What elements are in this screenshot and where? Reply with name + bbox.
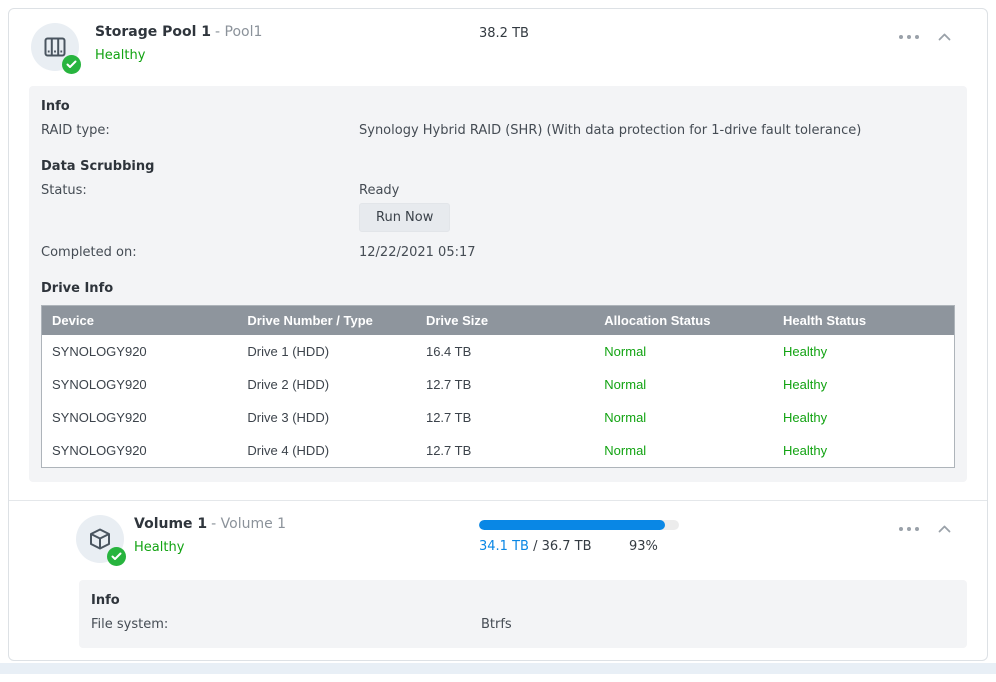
data-scrubbing-heading: Data Scrubbing: [41, 159, 155, 174]
drive-table-column-header[interactable]: Health Status: [773, 305, 955, 335]
volume-actions: [899, 523, 951, 535]
drive-table-cell: Healthy: [783, 377, 828, 392]
more-dots-icon[interactable]: [899, 32, 919, 42]
drive-table-cell: 12.7 TB: [425, 443, 472, 458]
file-system-row: File system: Btrfs: [91, 617, 955, 632]
drive-table-cell: SYNOLOGY920: [52, 443, 147, 458]
drive-table-cell: 12.7 TB: [425, 410, 472, 425]
storage-pool-actions: [899, 31, 951, 43]
volume-avatar: [76, 515, 126, 566]
storage-pool-header-text: Storage Pool 1- Pool1 Healthy: [95, 23, 262, 63]
completed-on-label: Completed on:: [41, 245, 137, 260]
volume-header-text: Volume 1- Volume 1 Healthy: [134, 515, 286, 555]
drive-table-cell: Drive 1 (HDD): [247, 344, 330, 359]
drive-table-cell: Normal: [604, 443, 647, 458]
volume-subtitle: - Volume 1: [211, 516, 287, 532]
scrub-status-value: Ready: [359, 183, 400, 198]
drive-table-cell: Normal: [604, 344, 647, 359]
drive-table-row[interactable]: SYNOLOGY920 Drive 2 (HDD) 12.7 TB Normal Hea…: [42, 368, 955, 401]
storage-pool-info-panel: Info RAID type: Synology Hybrid RAID (SH…: [29, 86, 967, 482]
drive-table-row[interactable]: SYNOLOGY920 Drive 4 (HDD) 12.7 TB Normal Hea…: [42, 434, 955, 468]
drive-table-column-header[interactable]: Allocation Status: [594, 305, 774, 335]
volume-percent: 93%: [629, 539, 658, 554]
volume-title-line: Volume 1- Volume 1: [134, 516, 286, 532]
drive-table-cell: SYNOLOGY920: [52, 377, 147, 392]
chevron-up-icon[interactable]: [938, 523, 951, 535]
completed-on-row: Completed on: 12/22/2021 05:17: [41, 245, 955, 260]
drive-table-column-header[interactable]: Drive Size: [415, 305, 595, 335]
volume-info-heading: Info: [91, 593, 120, 608]
drive-info-heading: Drive Info: [41, 281, 114, 296]
raid-type-value: Synology Hybrid RAID (SHR) (With data pr…: [359, 123, 862, 138]
drive-table-row[interactable]: SYNOLOGY920 Drive 3 (HDD) 12.7 TB Normal Hea…: [42, 401, 955, 434]
volume-title: Volume 1: [134, 516, 208, 532]
pool-info-heading: Info: [41, 99, 70, 114]
drive-table-column-header[interactable]: Drive Number / Type: [237, 305, 416, 335]
page-bottom-strip: [0, 663, 996, 674]
volume-usage-text: 34.1 TB / 36.7 TB 93%: [479, 539, 739, 554]
drive-table-cell: Drive 3 (HDD): [247, 410, 330, 425]
drive-table-cell: SYNOLOGY920: [52, 410, 147, 425]
file-system-value: Btrfs: [481, 617, 512, 632]
volume-usage-block: 34.1 TB / 36.7 TB 93%: [479, 520, 739, 554]
drive-table-cell: Healthy: [783, 410, 828, 425]
volume-header: Volume 1- Volume 1 Healthy 34.1 TB / 36.…: [9, 501, 987, 580]
volume-info-panel: Info File system: Btrfs: [79, 580, 967, 648]
raid-type-label: RAID type:: [41, 123, 110, 138]
storage-pool-size: 38.2 TB: [479, 26, 529, 41]
drive-table-cell: Drive 2 (HDD): [247, 377, 330, 392]
drive-table-column-header[interactable]: Device: [41, 305, 238, 335]
storage-manager-card: Storage Pool 1- Pool1 Healthy 38.2 TB In…: [8, 8, 988, 661]
scrub-status-label: Status:: [41, 183, 87, 198]
volume-usage-separator: /: [533, 539, 538, 554]
volume-used: 34.1 TB: [479, 539, 529, 554]
run-now-button[interactable]: Run Now: [359, 203, 451, 232]
drive-table-body: SYNOLOGY920 Drive 1 (HDD) 16.4 TB Normal Hea…: [42, 335, 955, 468]
storage-pool-avatar: [31, 23, 81, 74]
drive-table: Device Drive Number / Type Drive Size Alloc…: [41, 305, 955, 468]
chevron-up-icon[interactable]: [938, 31, 951, 43]
storage-pool-status: Healthy: [95, 48, 146, 63]
drive-table-row[interactable]: SYNOLOGY920 Drive 1 (HDD) 16.4 TB Normal Hea…: [42, 335, 955, 368]
completed-on-value: 12/22/2021 05:17: [359, 245, 476, 260]
drive-table-cell: Healthy: [783, 344, 828, 359]
raid-type-row: RAID type: Synology Hybrid RAID (SHR) (W…: [41, 123, 955, 138]
storage-pool-title-line: Storage Pool 1- Pool1: [95, 24, 262, 40]
volume-status: Healthy: [134, 540, 185, 555]
drive-table-cell: Normal: [604, 410, 647, 425]
volume-usage-fill: [479, 520, 665, 530]
drive-table-cell: 16.4 TB: [425, 344, 472, 359]
check-badge-icon: [107, 547, 126, 566]
storage-pool-section: Storage Pool 1- Pool1 Healthy 38.2 TB In…: [9, 9, 987, 482]
drive-table-cell: 12.7 TB: [425, 377, 472, 392]
scrub-status-row: Status: Ready: [41, 183, 955, 198]
drive-table-header-row: Device Drive Number / Type Drive Size Alloc…: [41, 305, 955, 335]
storage-pool-subtitle: - Pool1: [215, 24, 263, 40]
more-dots-icon[interactable]: [899, 524, 919, 534]
drive-table-cell: Healthy: [783, 443, 828, 458]
volume-section: Volume 1- Volume 1 Healthy 34.1 TB / 36.…: [9, 500, 987, 648]
volume-usage-bar: [479, 520, 679, 530]
drive-table-cell: Normal: [604, 377, 647, 392]
check-badge-icon: [62, 55, 81, 74]
volume-total: 36.7 TB: [541, 539, 592, 554]
drive-table-cell: Drive 4 (HDD): [247, 443, 330, 458]
file-system-label: File system:: [91, 617, 169, 632]
storage-pool-title: Storage Pool 1: [95, 24, 212, 40]
storage-pool-header: Storage Pool 1- Pool1 Healthy 38.2 TB: [9, 9, 987, 86]
drive-table-cell: SYNOLOGY920: [52, 344, 147, 359]
